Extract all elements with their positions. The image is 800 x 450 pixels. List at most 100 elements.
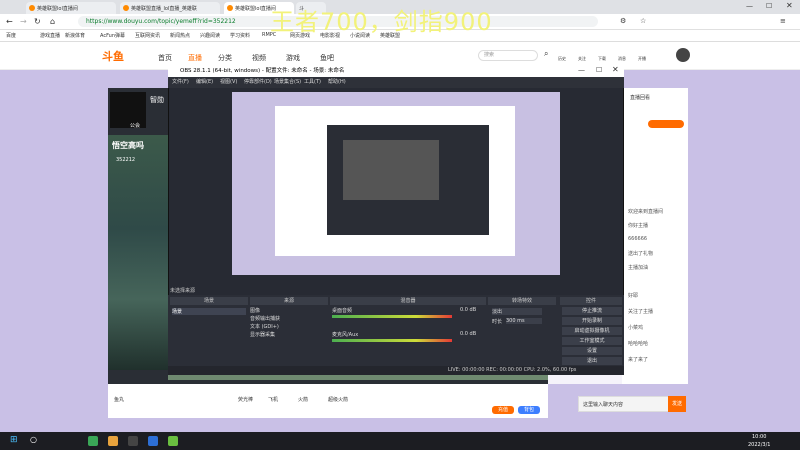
scene-item[interactable]: 场景 <box>172 308 246 315</box>
duration-input[interactable]: 300 ms <box>506 318 542 324</box>
obs-menu-help[interactable]: 帮助(H) <box>328 77 346 88</box>
douyu-favicon-icon <box>123 5 129 11</box>
star-icon[interactable]: ☆ <box>640 17 646 25</box>
maximize-icon[interactable]: ☐ <box>766 2 772 10</box>
obs-title-bar: OBS 28.1.1 (64-bit, windows) - 配置文件: 未命名… <box>168 65 624 77</box>
virtual-camera-button[interactable]: 启动虚拟摄像机 <box>562 327 622 335</box>
obs-menu-tools[interactable]: 工具(T) <box>304 77 321 88</box>
windows-start-icon[interactable]: ⊞ <box>10 435 18 445</box>
obs-minimize-icon[interactable]: — <box>578 66 585 74</box>
mixer-mic-label: 麦克风/Aux <box>332 332 359 338</box>
back-icon[interactable]: ← <box>6 17 13 26</box>
room-tag: 悟空高吗 <box>112 141 144 150</box>
obs-menu-scene-collection[interactable]: 场景集合(S) <box>274 77 301 88</box>
mixer-desktop-level: 0.0 dB <box>460 307 477 313</box>
search-icon[interactable]: ○ <box>30 435 37 444</box>
obs-menu-bar: 文件(F) 编辑(E) 视图(V) 停靠部件(D) 场景集合(S) 工具(T) … <box>168 77 624 88</box>
gift-glowstick[interactable]: 荧光棒 <box>238 396 253 403</box>
taskbar-time: 10:00 <box>752 434 767 440</box>
bookmark-item[interactable]: 新闻热点 <box>170 32 190 39</box>
header-icon-history[interactable]: 历史 <box>558 56 566 62</box>
chat-line: 小菜鸡 <box>628 325 644 331</box>
app-taskbar-icon[interactable] <box>148 436 158 446</box>
gift-plane[interactable]: 飞机 <box>268 396 278 403</box>
follow-button[interactable] <box>648 120 684 128</box>
header-icon-download[interactable]: 下载 <box>598 56 606 62</box>
dock-scenes-header: 场景 <box>170 297 248 305</box>
send-button[interactable]: 发送 <box>668 396 686 412</box>
bookmark-item[interactable]: 百度 <box>6 32 16 39</box>
search-input[interactable]: 搜索 <box>478 50 538 61</box>
bookmark-item[interactable]: 学习资料 <box>230 32 250 39</box>
source-item[interactable]: 图像 <box>250 307 260 314</box>
mixer-mic-meter <box>332 339 452 342</box>
nav-fishbar[interactable]: 鱼吧 <box>320 53 334 63</box>
transition-select[interactable]: 淡出 <box>492 308 542 315</box>
obs-close-icon[interactable]: ✕ <box>612 65 619 74</box>
close-icon[interactable]: ✕ <box>786 1 793 10</box>
dock-transitions-header: 转场特效 <box>488 297 556 305</box>
bookmark-item[interactable]: 兴趣阅读 <box>200 32 220 39</box>
minimize-icon[interactable]: — <box>746 2 753 10</box>
gift-rocket[interactable]: 火箭 <box>298 396 308 403</box>
bookmark-item[interactable]: AcFun弹幕 <box>100 32 125 39</box>
extension-icon[interactable]: ⚙ <box>620 17 626 25</box>
search-icon[interactable]: ⌕ <box>544 49 548 59</box>
source-item[interactable]: 显示器采集 <box>250 331 275 338</box>
preview-nested-preview <box>343 140 439 200</box>
recharge-button[interactable]: 充值 <box>492 406 514 414</box>
backpack-button[interactable]: 背包 <box>518 406 540 414</box>
avatar[interactable] <box>676 48 690 62</box>
bookmark-item[interactable]: 新浪体育 <box>65 32 85 39</box>
obs-menu-docks[interactable]: 停靠部件(D) <box>244 77 272 88</box>
gift-super-rocket[interactable]: 超级火箭 <box>328 396 348 403</box>
mixer-desktop-label: 桌面音频 <box>332 308 353 314</box>
windows-taskbar <box>0 432 800 450</box>
header-icon-follow[interactable]: 关注 <box>578 56 586 62</box>
chat-line: 来了来了 <box>628 357 649 363</box>
browser-tab[interactable]: 英雄联盟直播_lol直播_英雄联 <box>120 2 220 14</box>
folder-taskbar-icon[interactable] <box>108 436 118 446</box>
site-logo[interactable]: 斗鱼 <box>102 48 124 64</box>
gift-fishball[interactable]: 鱼丸 <box>114 396 124 403</box>
obs-menu-file[interactable]: 文件(F) <box>172 77 189 88</box>
taskbar-date: 2022/3/1 <box>748 442 771 448</box>
nav-video[interactable]: 视频 <box>252 53 266 63</box>
bookmark-item[interactable]: 互联网资讯 <box>135 32 160 39</box>
obs-maximize-icon[interactable]: ☐ <box>596 66 602 74</box>
browser-tab[interactable]: 英雄联盟lol直播间 <box>26 2 116 14</box>
nav-live[interactable]: 直播 <box>188 53 202 63</box>
reload-icon[interactable]: ↻ <box>34 17 41 26</box>
menu-icon[interactable]: ≡ <box>780 17 786 25</box>
obs-menu-edit[interactable]: 编辑(E) <box>196 77 213 88</box>
source-item[interactable]: 文本 (GDI+) <box>250 323 279 330</box>
start-recording-button[interactable]: 开始录制 <box>562 317 622 325</box>
nav-category[interactable]: 分类 <box>218 53 232 63</box>
chat-line: 欢迎来到直播间 <box>628 209 664 215</box>
bookmark-item[interactable]: 游戏直播 <box>40 32 60 39</box>
dock-controls-header: 控件 <box>560 297 622 305</box>
stream-overlay-text: 王者700，剑指900 <box>270 8 493 36</box>
streamer-avatar[interactable] <box>110 92 146 128</box>
stop-streaming-button[interactable]: 停止推流 <box>562 307 622 315</box>
follow-replay[interactable]: 直播回看 <box>630 94 650 101</box>
nav-home[interactable]: 首页 <box>158 53 172 63</box>
header-icon-broadcast[interactable]: 开播 <box>638 56 646 62</box>
exit-button[interactable]: 退出 <box>562 357 622 365</box>
source-item[interactable]: 音频输出捕获 <box>250 315 280 322</box>
home-icon[interactable]: ⌂ <box>50 17 55 26</box>
studio-mode-button[interactable]: 工作室模式 <box>562 337 622 345</box>
obs-taskbar-icon[interactable] <box>128 436 138 446</box>
duration-label: 时长 <box>492 319 503 325</box>
app2-taskbar-icon[interactable] <box>168 436 178 446</box>
settings-button[interactable]: 设置 <box>562 347 622 355</box>
streamer-name: 智勋 <box>150 96 164 104</box>
chat-line: 666666 <box>628 236 648 242</box>
mixer-mic-level: 0.0 dB <box>460 331 477 337</box>
dock-sources-header: 来源 <box>250 297 328 305</box>
nav-game[interactable]: 游戏 <box>286 53 300 63</box>
obs-menu-view[interactable]: 视图(V) <box>220 77 237 88</box>
forward-icon[interactable]: → <box>20 17 27 26</box>
chrome-taskbar-icon[interactable] <box>88 436 98 446</box>
header-icon-message[interactable]: 消息 <box>618 56 626 62</box>
